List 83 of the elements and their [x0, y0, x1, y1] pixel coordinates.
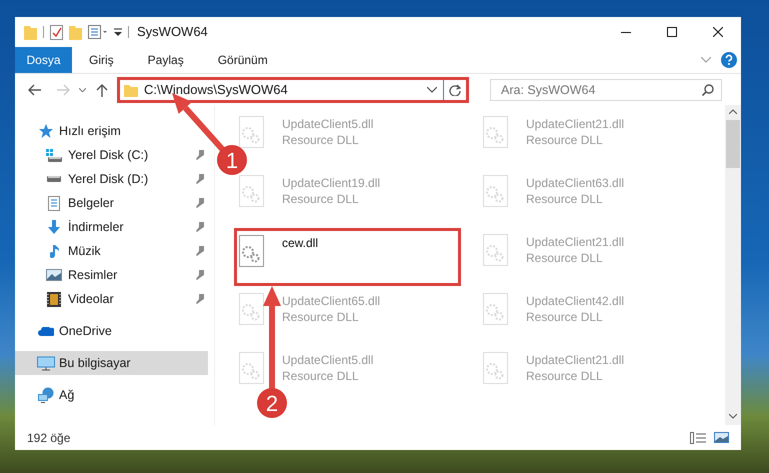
file-type: Resource DLL — [282, 309, 360, 325]
scroll-up-icon[interactable] — [729, 109, 737, 114]
file-type: Resource DLL — [282, 191, 360, 207]
dll-file-icon — [483, 175, 508, 207]
drive-icon — [47, 176, 61, 182]
dll-file-icon — [483, 293, 508, 325]
item-count: 192 öğe — [27, 430, 70, 446]
scroll-down-icon[interactable] — [729, 414, 737, 419]
sidebar-item[interactable]: Hızlı erişim — [15, 119, 127, 143]
checkmark-document-icon[interactable] — [50, 24, 63, 40]
step-badge: 2 — [257, 388, 287, 418]
sidebar-item[interactable]: Bu bilgisayar — [15, 351, 208, 375]
picture-icon — [46, 269, 62, 281]
properties-icon[interactable] — [88, 25, 108, 39]
customize-toolbar-icon[interactable] — [114, 28, 122, 36]
file-name: UpdateClient21.dll — [526, 352, 624, 368]
star-icon — [39, 124, 53, 138]
dll-file-icon — [239, 293, 264, 325]
cloud-icon — [38, 326, 54, 336]
sidebar-item[interactable]: Ağ — [15, 383, 80, 407]
highlighted-file-item[interactable]: cew.dll — [234, 228, 461, 286]
up-arrow-icon[interactable] — [96, 82, 108, 96]
scroll-thumb[interactable] — [726, 120, 740, 168]
sidebar-item[interactable]: Yerel Disk (D:) — [15, 167, 208, 191]
drive-icon — [46, 148, 62, 162]
address-path: C:\Windows\SysWOW64 — [144, 80, 288, 99]
down-arrow-icon — [48, 220, 60, 234]
file-name: cew.dll — [282, 235, 318, 251]
help-icon[interactable] — [721, 52, 737, 68]
search-field[interactable]: Ara: SysWOW64 — [490, 78, 722, 100]
large-icons-view-icon[interactable] — [714, 432, 729, 443]
file-name: UpdateClient65.dll — [282, 293, 380, 309]
folder-icon — [124, 82, 138, 96]
sidebar-item[interactable]: Yerel Disk (C:) — [15, 143, 208, 167]
details-view-icon[interactable] — [690, 432, 706, 444]
scrollbar[interactable] — [725, 105, 741, 425]
sidebar-item[interactable]: İndirmeler — [15, 215, 208, 239]
sidebar-item[interactable]: Videolar — [15, 287, 208, 311]
dll-file-icon — [483, 234, 508, 266]
file-name: UpdateClient19.dll — [282, 175, 380, 191]
file-type: Resource DLL — [526, 309, 604, 325]
sidebar-item[interactable]: Müzik — [15, 239, 208, 263]
file-type: Resource DLL — [526, 368, 604, 384]
monitor-icon — [37, 356, 55, 370]
address-bar[interactable]: C:\Windows\SysWOW64 — [117, 76, 469, 102]
step-badge: 1 — [217, 145, 247, 175]
file-type: Resource DLL — [526, 250, 604, 266]
dll-file-icon — [239, 235, 264, 267]
dll-file-icon — [239, 116, 264, 148]
sidebar-item[interactable]: Resimler — [15, 263, 208, 287]
file-type: Resource DLL — [282, 132, 360, 148]
recent-locations-icon[interactable] — [79, 88, 86, 92]
file-name: UpdateClient5.dll — [282, 116, 374, 132]
window-title: SysWOW64 — [137, 23, 208, 42]
dll-file-icon — [239, 352, 264, 384]
file-type: Resource DLL — [282, 368, 360, 384]
file-tab[interactable]: Dosya — [15, 47, 72, 73]
back-arrow-icon[interactable] — [27, 84, 41, 96]
sidebar-item[interactable]: Belgeler — [15, 191, 208, 215]
film-icon — [47, 292, 61, 306]
file-name: UpdateClient5.dll — [282, 352, 374, 368]
file-name: UpdateClient21.dll — [526, 234, 624, 250]
maximize-icon — [667, 27, 677, 37]
dll-file-icon — [239, 175, 264, 207]
file-name: UpdateClient42.dll — [526, 293, 624, 309]
file-type: Resource DLL — [526, 191, 604, 207]
file-type: Resource DLL — [526, 132, 604, 148]
expand-ribbon-icon[interactable] — [701, 57, 711, 63]
file-name: UpdateClient63.dll — [526, 175, 624, 191]
music-note-icon — [50, 244, 58, 258]
ribbon-tab[interactable]: Paylaş — [130, 47, 201, 73]
file-name: UpdateClient21.dll — [526, 116, 624, 132]
dll-file-icon — [483, 352, 508, 384]
dropdown-caret-icon[interactable] — [427, 86, 437, 92]
ribbon-tab[interactable]: Görünüm — [200, 47, 285, 73]
search-icon — [702, 84, 714, 96]
refresh-icon[interactable] — [449, 84, 461, 96]
document-icon — [48, 196, 60, 210]
sidebar-item[interactable]: OneDrive — [15, 319, 118, 343]
close-icon — [713, 27, 723, 37]
dll-file-icon — [483, 116, 508, 148]
network-icon — [38, 387, 54, 403]
ribbon-tab[interactable]: Giriş — [72, 47, 131, 73]
